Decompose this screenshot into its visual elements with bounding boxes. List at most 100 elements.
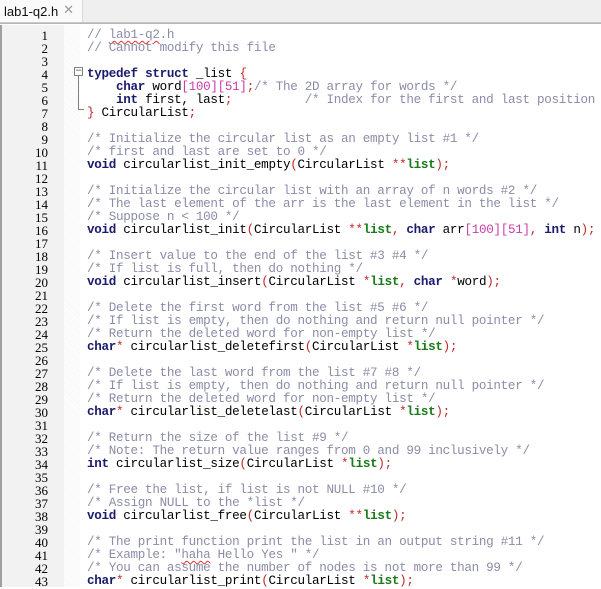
comment-token: Hello Yes " */ (210, 548, 320, 562)
comment-token: /* Index for the first and last position… (232, 93, 601, 107)
parameter-token: list (413, 340, 443, 354)
comment-token: /* Insert value to the end of the list #… (87, 249, 429, 263)
operator-token: ** (348, 509, 363, 523)
code-text: void circularlist_insert(CircularList *l… (87, 276, 501, 289)
code-line[interactable]: 38 void circularlist_free(CircularList **… (0, 509, 601, 524)
operator-token: ; (246, 80, 255, 94)
text-token: word (457, 275, 487, 289)
comment-token: /* Return the size of the list #9 */ (87, 431, 349, 445)
operator-token: ; (587, 223, 596, 237)
code-text: void circularlist_free(CircularList **li… (87, 509, 407, 523)
operator-token: ; (442, 158, 451, 172)
operator-token: ** (348, 223, 363, 237)
keyword-token: char (87, 574, 117, 588)
operator-token: , (529, 223, 538, 237)
keyword-token: char (116, 80, 146, 94)
number-token: [100][51] (181, 80, 247, 94)
tab-lab1-q2[interactable]: lab1-q2.h ✕ (0, 0, 83, 22)
comment-token: // Cannot modify this file (87, 41, 276, 55)
comment-token: /* The print function print the list in … (87, 535, 545, 549)
operator-token: ; (449, 340, 458, 354)
code-editor[interactable]: − 1// lab1-q2.h 2// Cannot modify this fi… (0, 25, 601, 589)
comment-token: /* Initialize the circular list as an em… (87, 132, 479, 146)
comment-token: /* Example: " (87, 548, 182, 562)
code-line[interactable]: 11 void circularlist_init_empty(CircularL… (0, 158, 601, 173)
keyword-token: char (413, 275, 443, 289)
operator-token: ) (435, 158, 443, 172)
misspelled-token: haha (181, 548, 211, 562)
operator-token: ( (297, 405, 305, 419)
code-text: char * circularlist_deletefirst(CircularL… (87, 341, 457, 354)
keyword-token: int (544, 223, 567, 237)
close-icon[interactable]: ✕ (63, 3, 74, 18)
code-text: char* circularlist_deletelast(CircularLi… (87, 406, 450, 419)
operator-token: ) (580, 223, 589, 237)
operator-token: * (362, 574, 371, 588)
code-line[interactable]: 20 void circularlist_insert(CircularList … (0, 276, 601, 290)
code-text: } CircularList; (87, 107, 196, 120)
code-text: // Cannot modify this file (87, 42, 276, 55)
text-token: word (145, 80, 182, 94)
code-line[interactable]: 43 char* circularlist_print(CircularList … (0, 574, 601, 589)
number-token: [100][51] (464, 223, 530, 237)
text-token: first, last (137, 93, 225, 107)
code-line[interactable]: 16 void circularlist_init(CircularList **… (0, 223, 601, 238)
text-token: CircularList (312, 340, 407, 354)
operator-token: ; (384, 457, 393, 471)
code-line[interactable]: 30 char* circularlist_deletelast(Circular… (0, 406, 601, 420)
text-token: CircularList (94, 106, 189, 120)
operator-token: { (239, 67, 247, 81)
operator-token: ( (246, 509, 255, 523)
parameter-token: list (362, 509, 392, 523)
text-token: circularlist_insert (116, 275, 262, 289)
keyword-token: char (87, 340, 117, 354)
comment-token: /* If list is empty, then do nothing and… (87, 314, 545, 328)
tab-title: lab1-q2.h (4, 3, 59, 19)
operator-token: ; (399, 509, 407, 523)
operator-token: ( (246, 223, 255, 237)
parameter-token: list (406, 158, 436, 172)
text-token: CircularList (304, 405, 400, 419)
operator-token: ; (493, 275, 502, 289)
comment-token: /* first and last are set to 0 */ (87, 145, 327, 159)
code-line[interactable]: 2// Cannot modify this file (0, 42, 601, 56)
operator-token: ) (486, 275, 494, 289)
comment-token: .h (159, 28, 175, 42)
code-line[interactable]: 34 int circularlist_size(CircularList *li… (0, 457, 601, 472)
operator-token: ; (406, 574, 414, 588)
comment-token: /* Initialize the circular list with an … (87, 184, 537, 198)
comment-token: /* Assign NULL to the *list */ (87, 496, 305, 510)
tab-bar: lab1-q2.h ✕ (0, 0, 601, 24)
operator-token: * (406, 340, 414, 354)
comment-token: /* The last element of the arr is the la… (87, 197, 559, 211)
comment-token: /* Free the list, if list is not NULL #1… (87, 483, 407, 497)
operator-token: ** (391, 158, 407, 172)
text-token: circularlist_free (116, 509, 247, 523)
operator-token: ; (442, 405, 451, 419)
comment-token: // (87, 28, 109, 42)
parameter-token: list (348, 457, 378, 471)
keyword-token: char (406, 223, 436, 237)
text-token: CircularList (268, 574, 363, 588)
text-token: CircularList (297, 158, 392, 172)
comment-token: /* If list is full, then do nothing */ (87, 262, 363, 276)
keyword-token: typedef (87, 67, 138, 81)
operator-token: ; (188, 106, 197, 120)
code-line[interactable]: 7} CircularList; (0, 107, 601, 121)
text-token: arr (435, 223, 465, 237)
comment-token: /* Note: The return value ranges from 0 … (87, 444, 530, 458)
text-token: circularlist_deletelast (123, 405, 298, 419)
comment-token: /* Return the deleted word for non-empty… (87, 327, 436, 341)
code-line[interactable]: 25 char* circularlist_deletefirst(Circula… (0, 341, 601, 355)
comment-token: /* Suppose n < 100 */ (87, 210, 240, 224)
comment-token: /* Delete the first word from the list #… (87, 301, 429, 315)
text-token: CircularList (253, 509, 349, 523)
parameter-token: list (370, 574, 400, 588)
text-token: n (566, 223, 581, 237)
misspelled-token: lab1-q2 (108, 28, 160, 42)
text-token: circularlist_deletefirst (123, 340, 305, 354)
